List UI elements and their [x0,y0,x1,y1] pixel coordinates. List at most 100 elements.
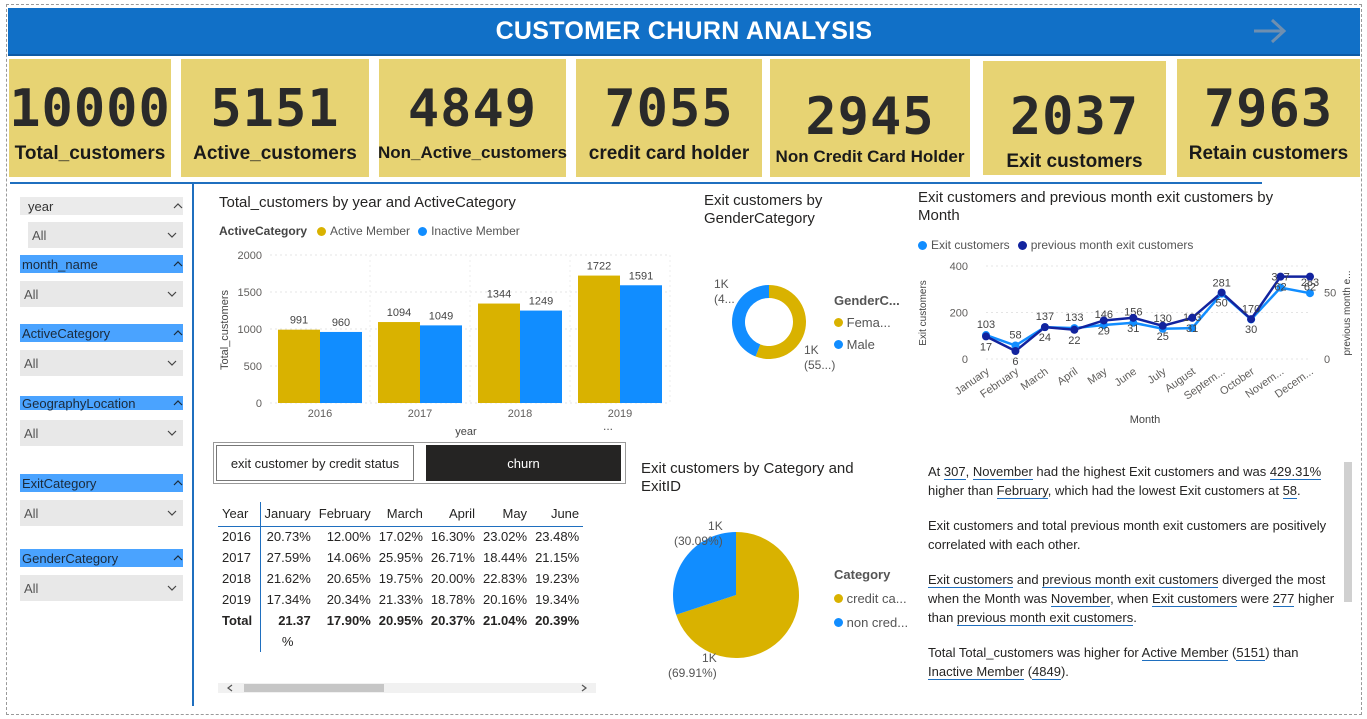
table-cell: 21.33% [378,592,423,607]
bar[interactable] [478,303,520,403]
data-point[interactable] [1158,321,1167,330]
line-chart[interactable]: 4002000500103581371331461561301332811703… [914,255,1360,430]
horizontal-scrollbar[interactable] [218,683,596,693]
legend-item[interactable]: previous month exit customers [1031,238,1194,252]
narrative-value[interactable]: Inactive Member [928,664,1025,680]
slicer-activecategory-dropdown[interactable]: All [20,350,183,376]
scroll-right-icon[interactable] [580,684,588,692]
column-header[interactable]: April [426,502,479,527]
slicer-geography-dropdown[interactable]: All [20,420,183,446]
narrative-value[interactable]: 277 [1272,591,1295,607]
data-point[interactable] [1247,315,1256,324]
slicer-gendercategory-header[interactable]: GenderCategory [20,549,183,567]
table-cell: 2016 [218,526,261,547]
narrative-text: , [965,464,973,479]
column-header[interactable]: February [314,502,375,527]
bar[interactable] [278,329,320,403]
data-point[interactable] [1217,288,1226,297]
narrative-text: ) than [1265,645,1299,660]
narrative-value[interactable]: 5151 [1236,645,1266,661]
kpi-label: Non Credit Card Holder [775,147,965,166]
scroll-thumb[interactable] [244,684,384,692]
slicer-month-header[interactable]: month_name [20,255,183,273]
chevron-up-icon[interactable] [173,478,183,488]
bar[interactable] [520,310,562,403]
data-point[interactable] [1070,325,1079,334]
table-cell: 20.65% [326,571,371,586]
column-header[interactable]: January [260,502,315,527]
scroll-left-icon[interactable] [226,684,234,692]
chevron-down-icon [167,510,177,516]
data-point[interactable] [1306,272,1314,281]
legend-item[interactable]: Inactive Member [431,224,520,238]
data-point[interactable] [1011,347,1020,356]
legend-item[interactable]: Exit customers [931,238,1010,252]
bar-chart[interactable]: 2000 1500 1000 500 0 991 960 2016 1094 1049 2017 13… [210,240,680,440]
chevron-up-icon[interactable] [173,259,183,269]
slicer-month-dropdown[interactable]: All [20,281,183,307]
page-title: CUSTOMER CHURN ANALYSIS [495,16,873,45]
legend-item[interactable]: Active Member [330,224,410,238]
bar[interactable] [320,331,362,403]
table-cell: 14.06% [326,550,371,565]
series-line-previous [985,275,1310,353]
slicer-year-header[interactable]: year [20,197,183,215]
narrative-value[interactable]: Exit customers [1152,591,1238,607]
legend-item-female[interactable]: Fema... [834,312,900,334]
column-header[interactable]: Year [218,502,261,527]
toggle-credit-status-button[interactable]: exit customer by credit status [216,445,414,481]
chevron-up-icon[interactable] [173,201,183,211]
chevron-up-icon[interactable] [173,328,183,338]
data-point[interactable] [982,332,990,341]
bar[interactable] [578,275,620,403]
slicer-exitcategory-header[interactable]: ExitCategory [20,474,183,492]
legend-item-non-credit[interactable]: non cred... [834,611,908,635]
narrative-value[interactable]: Active Member [1141,645,1229,661]
narrative-paragraph: Exit customers and total previous month … [928,518,1327,552]
slicer-year-dropdown[interactable]: All [28,222,183,248]
column-header[interactable]: June [531,502,584,527]
table-cell: 22.83% [482,571,528,586]
narrative-value[interactable]: Exit customers [928,572,1014,588]
legend-swatch [834,340,843,349]
narrative-value[interactable]: 58 [1282,483,1298,499]
table-cell: 26.71% [430,550,475,565]
column-header[interactable]: May [478,502,532,527]
bar[interactable] [420,325,462,403]
data-point[interactable] [1040,323,1049,332]
narrative-scrollbar[interactable] [1344,462,1352,602]
slicer-label: GeographyLocation [22,395,136,411]
slicer-geography-header[interactable]: GeographyLocation [20,395,183,411]
slicer-value: All [24,580,39,596]
chevron-up-icon[interactable] [173,553,183,563]
narrative-value[interactable]: November [1050,591,1111,607]
slicer-activecategory-header[interactable]: ActiveCategory [20,324,183,342]
narrative-value[interactable]: 429.31% [1269,464,1322,480]
narrative-value[interactable]: February [996,483,1048,499]
narrative-value[interactable]: previous month exit customers [956,610,1134,626]
data-point[interactable] [1129,313,1138,322]
narrative-value[interactable]: 307 [943,464,966,480]
table-cell: 12.00% [326,529,371,545]
slicer-exitcategory-dropdown[interactable]: All [20,500,183,526]
slicer-gendercategory-dropdown[interactable]: All [20,575,183,601]
chevron-up-icon[interactable] [173,398,183,408]
data-point[interactable] [1276,272,1285,281]
table-cell: 19.34% [535,592,580,607]
legend-item-male[interactable]: Male [834,334,900,356]
arrow-right-icon[interactable] [1250,16,1290,46]
narrative-value[interactable]: previous month exit customers [1042,572,1219,588]
more-options-icon: ... [603,419,613,433]
bar[interactable] [620,285,662,403]
toggle-churn-button[interactable]: churn [426,445,621,481]
data-point[interactable] [1188,313,1197,322]
data-point[interactable] [1099,316,1108,325]
column-header[interactable]: March [374,502,427,527]
bar[interactable] [378,322,420,403]
data-label: 1591 [629,270,653,282]
data-label: 960 [332,317,350,329]
kpi-label: Exit customers [1006,151,1143,172]
narrative-value[interactable]: 4849 [1032,664,1061,680]
narrative-value[interactable]: November [972,464,1033,480]
legend-item-credit[interactable]: credit ca... [834,587,908,611]
